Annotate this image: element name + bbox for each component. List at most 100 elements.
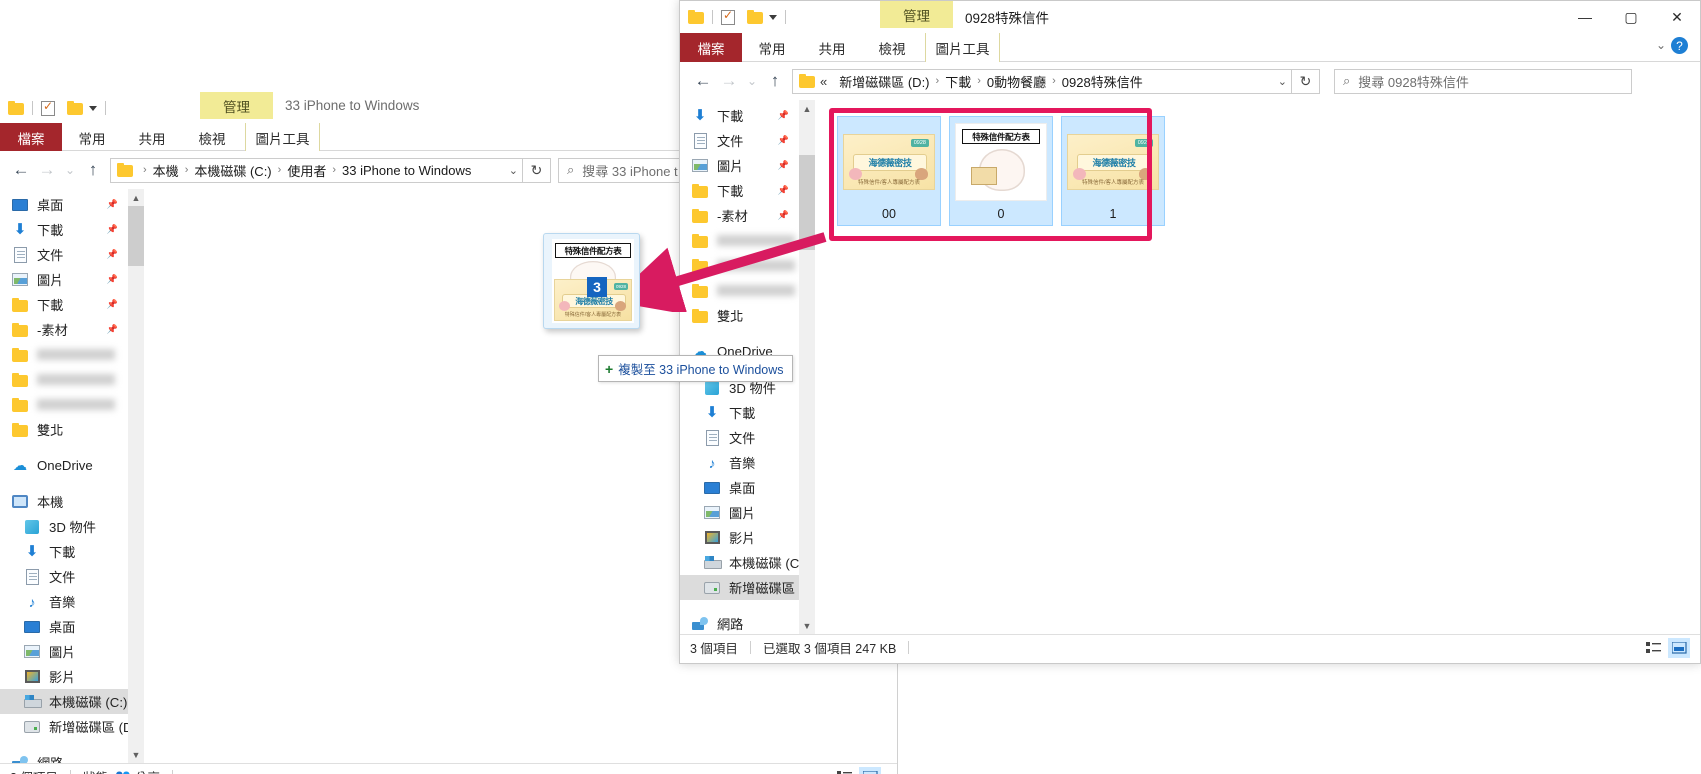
left-nav-item--素材[interactable]: -素材 📌 [0, 317, 128, 342]
maximize-button[interactable]: ▢ [1608, 1, 1654, 33]
left-nav-item-下載[interactable]: ⬇ 下載 [0, 539, 128, 564]
close-button[interactable]: ✕ [1654, 1, 1700, 33]
folder-icon[interactable] [688, 10, 704, 24]
left-nav-item-hidden[interactable] [0, 392, 128, 417]
up-arrow-icon[interactable]: ↑ [762, 68, 788, 94]
left-nav-item-圖片[interactable]: 圖片 [0, 639, 128, 664]
left-nav-item-影片[interactable]: 影片 [0, 664, 128, 689]
right-nav-item-hidden[interactable] [680, 278, 799, 303]
left-nav-item-hidden[interactable] [0, 367, 128, 392]
pin-icon[interactable]: 📌 [778, 185, 789, 196]
right-view-buttons[interactable] [1642, 638, 1690, 658]
pin-icon[interactable]: 📌 [778, 135, 789, 146]
tab-home[interactable]: 常用 [742, 33, 802, 62]
left-nav-item-圖片[interactable]: 圖片 📌 [0, 267, 128, 292]
left-nav-item-onedrive[interactable]: ☁ OneDrive [0, 453, 128, 478]
right-breadcrumb[interactable]: « 新增磁碟區 (D:) › 下載 › 0動物餐廳 › 0928特殊信件 ⌄ [792, 68, 1292, 94]
left-nav-item-網路[interactable]: 網路 [0, 750, 128, 763]
tab-home[interactable]: 常用 [62, 123, 122, 152]
pin-icon[interactable]: 📌 [778, 110, 789, 121]
details-view-button[interactable] [1642, 638, 1664, 658]
tab-picture-tools[interactable]: 圖片工具 [925, 33, 1000, 62]
properties-checkbox-icon[interactable] [41, 99, 55, 116]
address-chevron-down-icon[interactable]: ⌄ [1270, 75, 1287, 88]
breadcrumb-item-1[interactable]: 本機磁碟 (C:) [194, 161, 271, 180]
pin-icon[interactable]: 📌 [107, 224, 118, 235]
right-nav-item-下載[interactable]: ⬇ 下載 [680, 400, 799, 425]
right-nav-item-文件[interactable]: 文件 [680, 425, 799, 450]
help-icon[interactable]: ? [1671, 37, 1688, 54]
right-context-tab-manage[interactable]: 管理 [880, 1, 953, 28]
right-nav-item-下載[interactable]: ⬇ 下載 📌 [680, 103, 799, 128]
refresh-icon[interactable]: ↻ [523, 157, 551, 183]
breadcrumb-item-1[interactable]: 下載 [945, 72, 971, 91]
right-nav-item-下載[interactable]: 下載 📌 [680, 178, 799, 203]
left-nav-scrollbar[interactable]: ▲ ▼ [128, 189, 144, 763]
left-nav-item-下載[interactable]: ⬇ 下載 📌 [0, 217, 128, 242]
ribbon-collapse-chevron-down-icon[interactable]: ⌄ [1656, 38, 1666, 52]
right-nav-item-影片[interactable]: 影片 [680, 525, 799, 550]
pin-icon[interactable]: 📌 [107, 299, 118, 310]
left-quick-access-toolbar[interactable] [8, 98, 108, 118]
forward-arrow-icon[interactable]: → [34, 157, 60, 183]
right-nav-item-圖片[interactable]: 圖片 [680, 500, 799, 525]
left-nav-item-本機[interactable]: 本機 [0, 489, 128, 514]
left-nav-item-桌面[interactable]: 桌面 [0, 614, 128, 639]
right-nav-item-雙北[interactable]: 雙北 [680, 303, 799, 328]
left-nav-item-新增磁碟區d[interactable]: 新增磁碟區 (D:) [0, 714, 128, 739]
new-folder-icon[interactable] [747, 10, 763, 24]
breadcrumb-item-0[interactable]: 新增磁碟區 (D:) [839, 72, 929, 91]
tab-share[interactable]: 共用 [802, 33, 862, 62]
left-nav-item-音樂[interactable]: ♪ 音樂 [0, 589, 128, 614]
right-nav-item-圖片[interactable]: 圖片 📌 [680, 153, 799, 178]
explorer-window-right[interactable]: 管理 0928特殊信件 — ▢ ✕ 檔案 常用 共用 檢視 圖片工具 ⌄ ? [679, 0, 1701, 664]
right-quick-access-toolbar[interactable] [688, 7, 788, 27]
pin-icon[interactable]: 📌 [107, 199, 118, 210]
breadcrumb-item-3[interactable]: 0928特殊信件 [1062, 72, 1143, 91]
recent-locations-chevron-down-icon[interactable]: ⌄ [742, 68, 762, 94]
right-nav-item-hidden[interactable] [680, 253, 799, 278]
pin-icon[interactable]: 📌 [778, 210, 789, 221]
back-arrow-icon[interactable]: ← [8, 157, 34, 183]
right-nav-item--素材[interactable]: -素材 📌 [680, 203, 799, 228]
left-nav-item-文件[interactable]: 文件 📌 [0, 242, 128, 267]
breadcrumb-item-3[interactable]: 33 iPhone to Windows [342, 163, 471, 178]
scroll-up-arrow-icon[interactable]: ▲ [128, 189, 144, 206]
left-nav-item-3d物件[interactable]: 3D 物件 [0, 514, 128, 539]
right-ribbon-tabs[interactable]: 檔案 常用 共用 檢視 圖片工具 ⌄ ? [680, 33, 1700, 62]
refresh-icon[interactable]: ↻ [1292, 68, 1320, 94]
right-search-input[interactable]: ⌕ 搜尋 0928特殊信件 [1334, 68, 1632, 94]
properties-checkbox-icon[interactable] [721, 8, 735, 25]
details-view-button[interactable] [833, 767, 855, 774]
scroll-up-arrow-icon[interactable]: ▲ [799, 100, 815, 117]
pin-icon[interactable]: 📌 [107, 324, 118, 335]
left-navigation-pane[interactable]: 桌面 📌 ⬇ 下載 📌 文件 📌 圖片 📌 下載 📌 -素材 📌 雙北 ☁ OneDrive 本機 3D 物件 ⬇ 下… [0, 189, 128, 763]
breadcrumb-item-2[interactable]: 0動物餐廳 [987, 72, 1046, 91]
breadcrumb-item-0[interactable]: 本機 [153, 161, 179, 180]
tab-picture-tools[interactable]: 圖片工具 [245, 123, 320, 152]
right-file-list[interactable]: 0928 海德薇密技 特殊信件/客人專屬配方表 00 特殊信件配方表 0 0928 海德薇密技… [815, 100, 1700, 634]
tab-view[interactable]: 檢視 [862, 33, 922, 62]
right-nav-item-網路[interactable]: 網路 [680, 611, 799, 634]
pin-icon[interactable]: 📌 [107, 249, 118, 260]
left-nav-list[interactable]: 桌面 📌 ⬇ 下載 📌 文件 📌 圖片 📌 下載 📌 -素材 📌 雙北 ☁ OneDrive 本機 3D 物件 ⬇ 下… [0, 189, 128, 763]
chevron-down-icon[interactable] [769, 14, 777, 20]
left-breadcrumb[interactable]: › 本機 › 本機磁碟 (C:) › 使用者 › 33 iPhone to Wi… [110, 157, 523, 183]
scroll-thumb[interactable] [128, 206, 144, 266]
left-context-tab-manage[interactable]: 管理 [200, 92, 273, 119]
pin-icon[interactable]: 📌 [107, 274, 118, 285]
scroll-down-arrow-icon[interactable]: ▼ [799, 617, 815, 634]
minimize-button[interactable]: — [1562, 1, 1608, 33]
left-view-buttons[interactable] [833, 767, 881, 774]
right-nav-item-新增磁碟區d[interactable]: 新增磁碟區 (D:) [680, 575, 799, 600]
tab-file[interactable]: 檔案 [0, 123, 62, 152]
pin-icon[interactable]: 📌 [778, 160, 789, 171]
chevron-down-icon[interactable] [89, 105, 97, 111]
scroll-thumb[interactable] [799, 155, 815, 250]
folder-icon[interactable] [8, 101, 24, 115]
address-chevron-down-icon[interactable]: ⌄ [501, 164, 518, 177]
scroll-down-arrow-icon[interactable]: ▼ [128, 746, 144, 763]
right-nav-item-本機磁碟c[interactable]: 本機磁碟 (C:) [680, 550, 799, 575]
recent-locations-chevron-down-icon[interactable]: ⌄ [60, 157, 80, 183]
tab-share[interactable]: 共用 [122, 123, 182, 152]
